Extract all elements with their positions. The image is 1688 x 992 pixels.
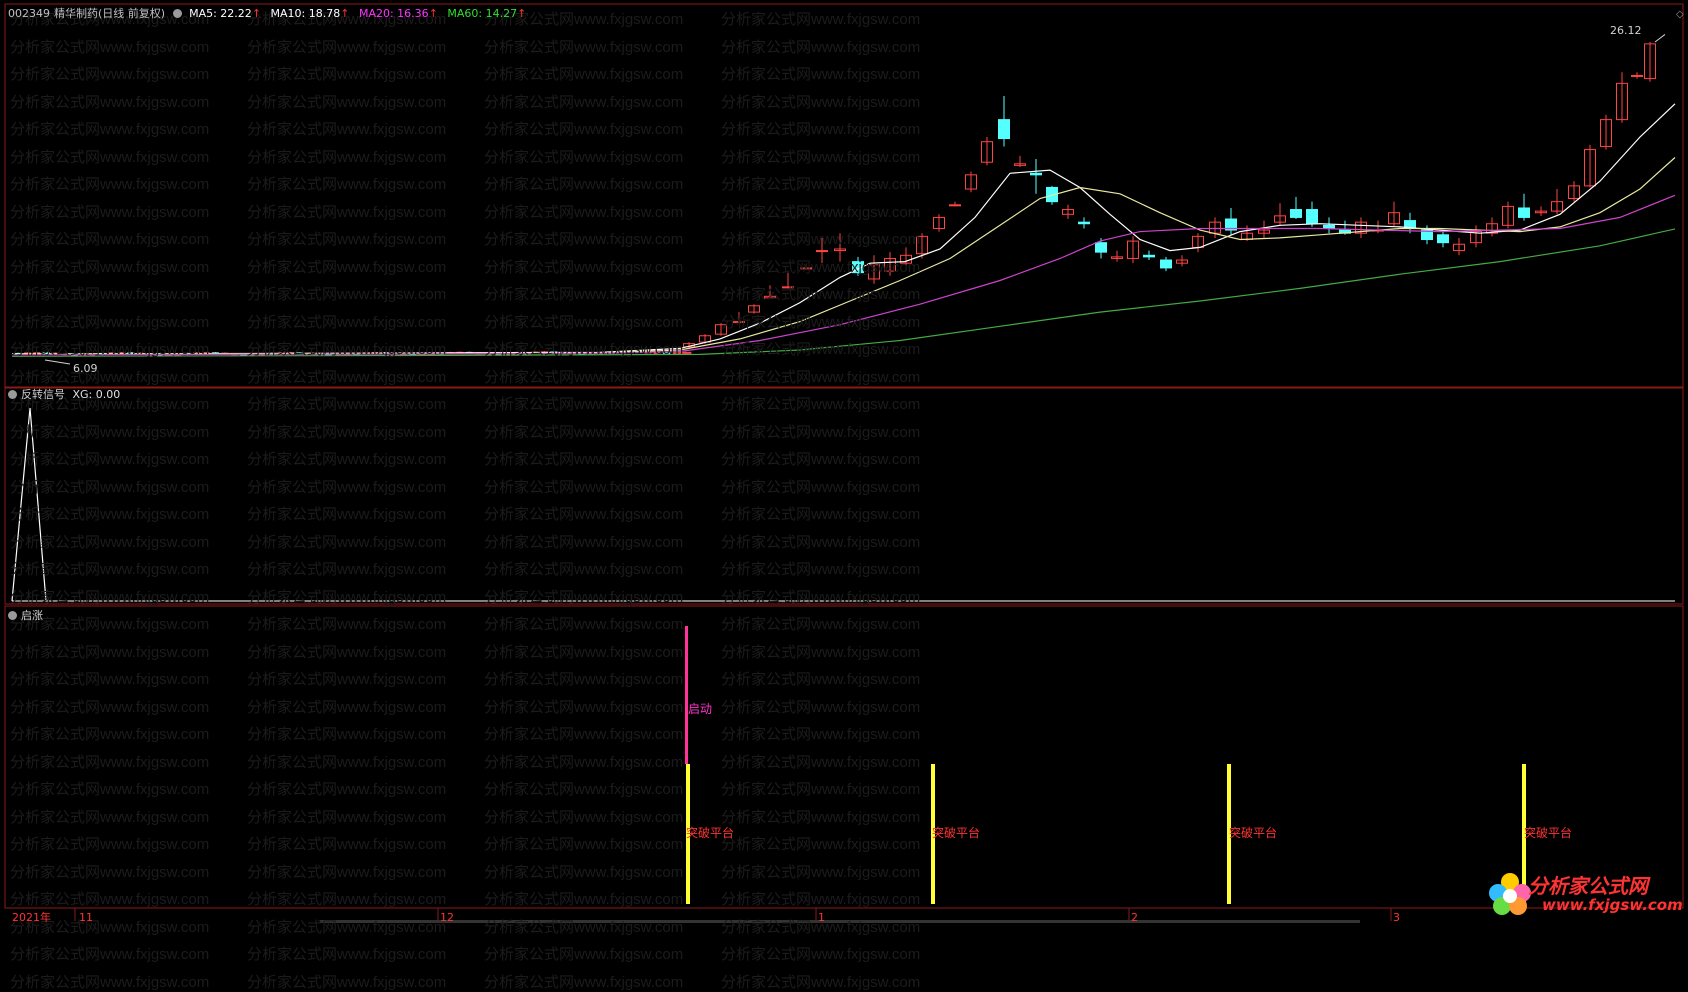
high-marker-line (1654, 34, 1666, 43)
candle-body (733, 321, 745, 324)
candle-body (998, 119, 1010, 140)
main-panel-border (4, 3, 1684, 388)
candle-body (1518, 207, 1530, 218)
candle-body (663, 352, 671, 355)
stock-code: 002349 (8, 7, 50, 20)
low-marker-line (44, 359, 71, 365)
indicator1-collapse-icon[interactable] (8, 390, 17, 399)
watermark-text: 分析家公式网www.fxjgsw.com (484, 973, 684, 991)
diamond-icon[interactable]: ◇ (1676, 8, 1684, 22)
breakout-label-4: 突破平台 (1524, 826, 1573, 840)
ma60-label: MA60: 14.27↑ (447, 7, 527, 20)
candle-body (1078, 221, 1090, 225)
indicator2-title: 启涨 (21, 609, 43, 622)
candle-body (672, 352, 680, 355)
ma10-line (11, 157, 1676, 355)
ma20-line (11, 194, 1676, 356)
logo-url: www.fxjgsw.com (1542, 896, 1683, 914)
candle-body (1160, 259, 1172, 269)
indicator2-panel-border (4, 605, 1684, 909)
site-logo: 分析家公式网 www.fxjgsw.com (1480, 868, 1683, 918)
indicator2-collapse-icon[interactable] (8, 611, 17, 620)
period-label: (日线 前复权) (98, 7, 166, 20)
candle-body (1437, 234, 1449, 244)
watermark-text: 分析家公式网www.fxjgsw.com (247, 973, 447, 991)
low-price-label: 6.09 (73, 362, 98, 375)
settings-circle-icon[interactable] (172, 9, 182, 18)
reversal-signal-spike (11, 407, 47, 602)
candle-body (1631, 74, 1643, 77)
breakout-label-2: 突破平台 (932, 826, 981, 840)
main-panel-header: 002349 精华制药(日线 前复权) MA5: 22.22↑ MA10: 18.… (8, 7, 530, 21)
watermark-text: 分析家公式网www.fxjgsw.com (721, 973, 921, 991)
candle-body (816, 250, 828, 253)
start-signal-bar (685, 626, 688, 764)
watermark-text: 分析家公式网www.fxjgsw.com (721, 946, 921, 963)
watermark-text: 分析家公式网www.fxjgsw.com (10, 973, 210, 991)
chart-window: 分析家公式网www.fxjgsw.com 分析家公式网www.fxjgsw.com… (0, 0, 1688, 991)
breakout-label-3: 突破平台 (1229, 826, 1278, 840)
candle-body (800, 267, 812, 270)
indicator1-value: XG: 0.00 (72, 388, 121, 401)
candle-body (1290, 209, 1302, 218)
indicator2-header: 启涨 (8, 609, 47, 623)
indicator1-header: 反转信号 XG: 0.00 (8, 388, 124, 402)
watermark-text: 分析家公式网www.fxjgsw.com (247, 946, 447, 963)
candle-body (949, 204, 961, 207)
candle-body (1143, 254, 1155, 258)
ma20-label: MA20: 16.36↑ (358, 7, 438, 20)
high-price-label: 26.12 (1610, 24, 1642, 37)
candle-body (1095, 242, 1107, 253)
stock-name: 精华制药 (54, 7, 98, 20)
ma10-label: MA10: 18.78↑ (270, 7, 350, 20)
watermark-text: 分析家公式网www.fxjgsw.com (484, 946, 684, 963)
indicator1-title: 反转信号 (21, 388, 65, 401)
ma5-label: MA5: 22.22↑ (189, 7, 262, 20)
candle-body (1323, 224, 1335, 229)
candle-body (1030, 172, 1042, 176)
candle-body (782, 286, 794, 289)
logo-title: 分析家公式网 (1528, 874, 1648, 898)
indicator1-panel-border (4, 387, 1684, 605)
start-signal-label: 启动 (688, 702, 713, 716)
ma60-line (11, 228, 1676, 357)
candle-body (679, 351, 692, 354)
kline-chart-canvas[interactable] (0, 0, 1688, 923)
candle-body (1306, 209, 1318, 225)
breakout-label-1: 突破平台 (686, 826, 735, 840)
watermark-text: 分析家公式网www.fxjgsw.com (10, 946, 210, 963)
